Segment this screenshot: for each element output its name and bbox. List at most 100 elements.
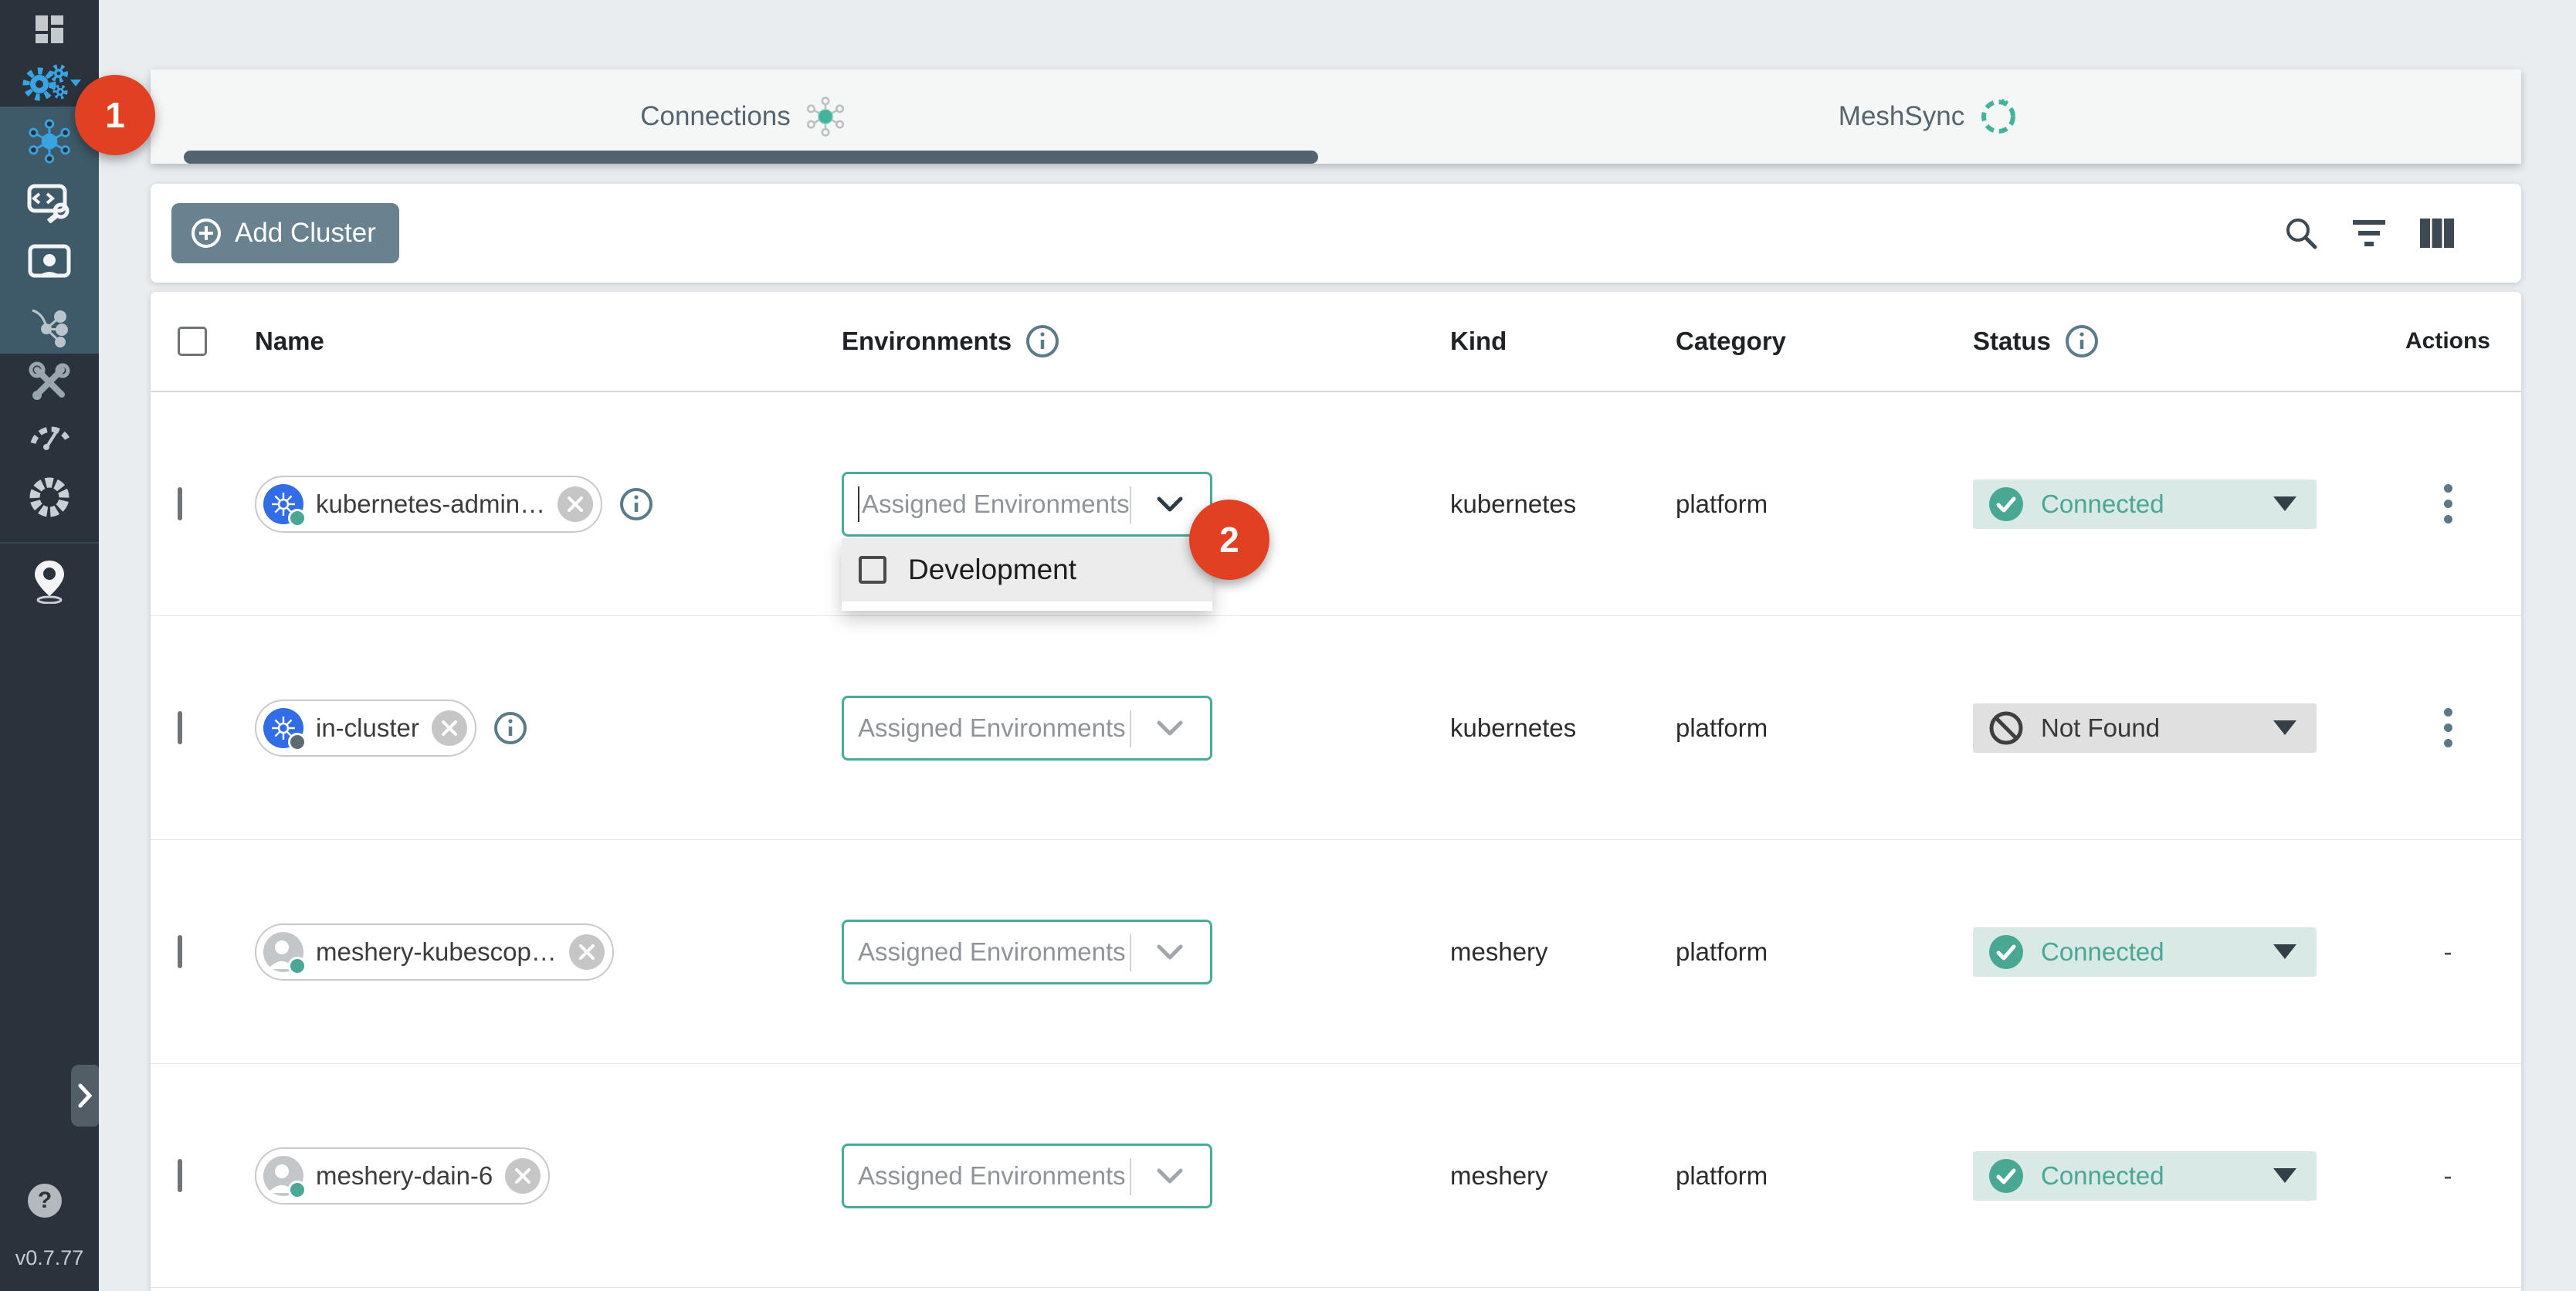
assigned-environments-select[interactable]: Assigned Environments [842,1144,1212,1208]
sidebar-item-performance[interactable] [0,414,99,454]
remove-connection-button[interactable] [569,934,605,970]
help-button[interactable]: ? [28,1184,62,1218]
close-icon [567,496,584,513]
row-checkbox[interactable] [178,935,182,968]
toolkit-wrench-icon [28,361,71,404]
connection-chip[interactable]: in-cluster [255,700,476,757]
connections-hub-icon [805,96,846,137]
connected-check-icon [1988,934,2024,970]
connection-chip[interactable]: kubernetes-admin… [255,476,602,533]
sidebar-item-toolkit[interactable] [0,360,99,405]
row-actions-none: - [2444,1161,2452,1191]
status-dropdown-chip[interactable]: Connected [1973,479,2317,529]
remove-connection-button[interactable] [505,1158,541,1194]
select-divider [1130,1158,1131,1195]
connection-info-icon[interactable] [619,487,653,521]
header-status: Status [1973,327,2051,356]
sidebar-item-extensions[interactable] [0,473,99,522]
gears-icon [16,61,83,104]
tutorial-step-badge-1: 1 [75,75,155,155]
connections-hub-icon [26,118,73,164]
select-chevron-button[interactable] [1151,710,1188,747]
row-actions-menu-button[interactable] [2436,476,2460,531]
kind-value: kubernetes [1450,490,1576,518]
assigned-environments-select[interactable]: Assigned Environments [842,472,1212,537]
connection-info-icon[interactable] [493,711,527,745]
connection-status-dot [288,957,307,975]
row-actions-none: - [2444,937,2452,967]
status-caret-icon[interactable] [2273,1168,2296,1183]
add-cluster-button[interactable]: Add Cluster [171,203,399,263]
connection-name: meshery-dain-6 [316,1161,493,1191]
assigned-environments-placeholder: Assigned Environments [858,713,1126,743]
view-columns-button[interactable] [2419,215,2455,251]
connection-type-icon-wrap [263,1156,303,1196]
chevron-down-icon [1157,496,1183,513]
status-dropdown-chip[interactable]: Connected [1973,927,2317,977]
filter-icon [2351,219,2387,248]
row-checkbox[interactable] [178,711,182,744]
sidebar-item-adapters[interactable] [0,180,99,226]
status-label: Connected [2041,490,2164,519]
status-caret-icon[interactable] [2273,944,2296,959]
status-label: Not Found [2041,713,2160,743]
environment-option-development[interactable]: Development [842,538,1212,601]
connection-type-icon-wrap [263,708,303,748]
active-tab-indicator [184,151,1318,164]
kind-value: kubernetes [1450,713,1576,742]
tab-connections-label: Connections [640,101,791,132]
tutorial-step-badge-2: 2 [1189,500,1269,580]
row-actions-menu-button[interactable] [2436,700,2460,755]
connection-chip[interactable]: meshery-dain-6 [255,1147,550,1205]
screen-person-icon [27,243,72,285]
help-icon: ? [38,1188,52,1214]
select-chevron-button[interactable] [1151,486,1188,523]
select-chevron-button[interactable] [1151,1157,1188,1194]
close-icon [514,1167,531,1184]
environment-option-checkbox[interactable] [859,556,886,584]
filter-button[interactable] [2351,215,2387,251]
search-button[interactable] [2283,215,2319,251]
row-checkbox[interactable] [178,1159,182,1192]
sidebar-item-environments-pin[interactable] [0,557,99,605]
connection-chip[interactable]: meshery-kubescop… [255,923,614,981]
assigned-environments-select[interactable]: Assigned Environments [842,920,1212,984]
connections-tab-bar: Connections MeshSync [151,69,2521,164]
select-divider [1130,934,1131,971]
view-columns-icon [2419,218,2455,249]
row-checkbox[interactable] [178,487,182,520]
dashboard-icon[interactable] [0,11,99,48]
remove-connection-button[interactable] [558,486,593,522]
close-icon [578,944,595,961]
adapters-code-icon [27,183,72,223]
connection-name: meshery-kubescop… [316,937,557,967]
app-version: v0.7.77 [0,1246,99,1270]
select-chevron-button[interactable] [1151,934,1188,971]
chevron-right-icon [76,1083,93,1109]
remove-connection-button[interactable] [432,710,467,746]
sidebar-expand-button[interactable] [71,1065,99,1127]
plus-circle-icon [190,217,222,249]
close-icon [441,720,458,737]
sidebar-item-conformance[interactable] [0,241,99,287]
info-icon[interactable] [1025,324,1059,358]
assigned-environments-select[interactable]: Assigned Environments [842,696,1212,761]
connection-status-dot [288,509,307,527]
tab-connections[interactable]: Connections [151,69,1336,164]
status-caret-icon[interactable] [2273,720,2296,735]
status-dropdown-chip[interactable]: Connected [1973,1151,2317,1201]
status-dropdown-chip[interactable]: Not Found [1973,703,2317,753]
info-icon[interactable] [2065,324,2099,358]
sidebar-item-workloads[interactable] [0,303,99,349]
select-all-checkbox[interactable] [178,327,207,356]
environment-option-label: Development [908,554,1076,586]
connection-type-icon-wrap [263,932,303,972]
not-found-icon [1988,710,2024,746]
header-actions: Actions [2405,328,2490,354]
connection-type-icon-wrap [263,484,303,524]
status-caret-icon[interactable] [2273,496,2296,511]
tab-meshsync[interactable]: MeshSync [1336,69,2521,164]
connected-check-icon [1988,486,2024,522]
sidebar-divider [0,542,99,544]
select-divider [1130,486,1131,524]
